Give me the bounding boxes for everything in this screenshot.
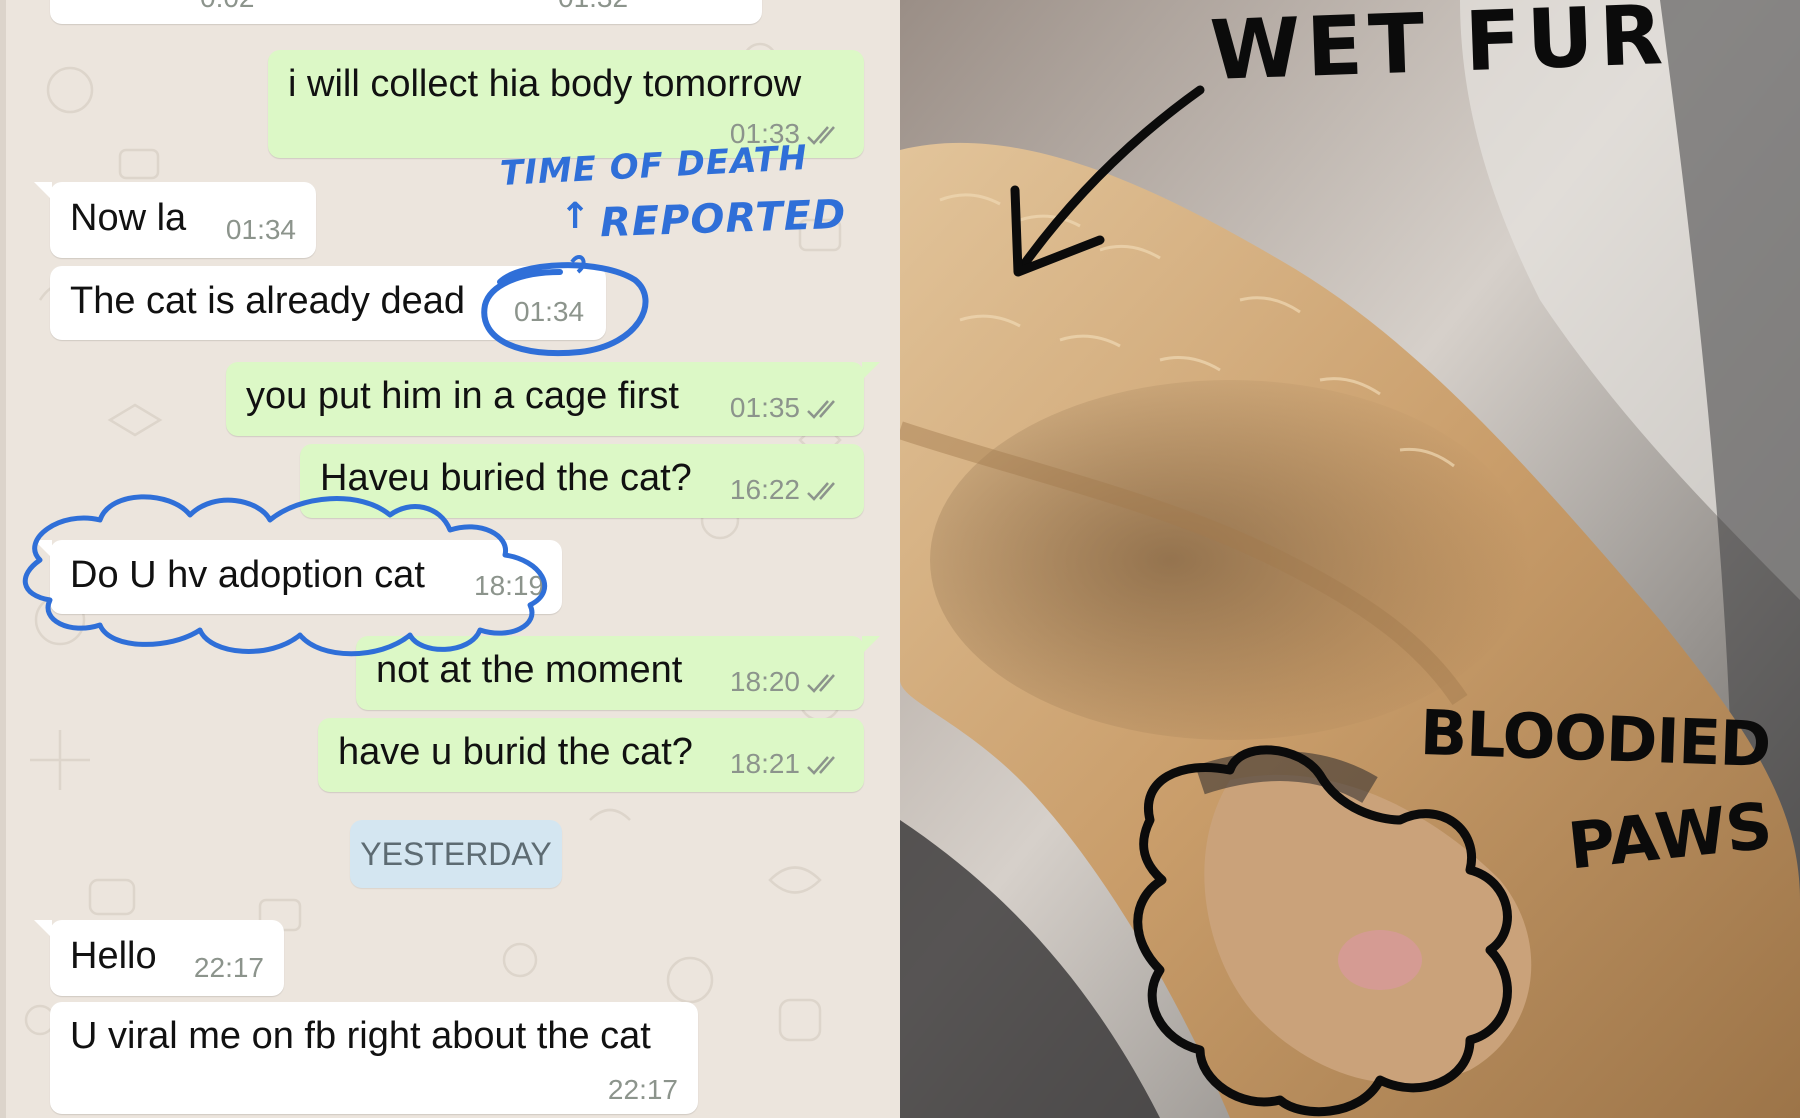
- double-check-icon: [807, 481, 835, 501]
- message-time: 01:34: [225, 214, 296, 245]
- bubble-tail: [862, 636, 880, 654]
- message-text: you put him in a cage first: [246, 375, 679, 417]
- message-time: 18:20: [730, 666, 844, 698]
- double-check-icon: [807, 673, 835, 693]
- double-check-icon: [807, 399, 835, 419]
- partial-right-time: 01:32: [558, 0, 628, 14]
- partial-top-bubble: 0:02 01:32: [50, 0, 762, 24]
- message-bubble-outgoing[interactable]: have u burid the cat? 18:21: [318, 718, 864, 792]
- chat-screenshot-panel: 0:02 01:32 i will collect hia body tomor…: [0, 0, 900, 1118]
- bubble-tail: [862, 362, 880, 380]
- message-text: U viral me on fb right about the cat: [70, 1015, 651, 1057]
- annotation-wet-fur: WET FUR: [1208, 0, 1671, 99]
- bubble-tail: [34, 920, 52, 938]
- annotation-reported: REPORTED: [599, 191, 847, 247]
- date-divider-chip: YESTERDAY: [350, 820, 562, 888]
- message-bubble-incoming[interactable]: Do U hv adoption cat 18:19: [34, 540, 562, 614]
- message-time: 18:21: [730, 748, 844, 780]
- message-text: Hello: [70, 935, 157, 977]
- cat-photo-panel: WET FUR BLOODIED PAWS: [900, 0, 1800, 1118]
- message-bubble-incoming[interactable]: U viral me on fb right about the cat 22:…: [50, 1002, 698, 1114]
- partial-left-time: 0:02: [200, 0, 255, 14]
- message-time: 01:34: [514, 296, 585, 327]
- double-check-icon: [807, 125, 835, 145]
- message-text: have u burid the cat?: [338, 731, 693, 773]
- bubble-tail: [34, 182, 52, 200]
- message-bubble-outgoing[interactable]: you put him in a cage first 01:35: [226, 362, 880, 436]
- message-bubble-incoming[interactable]: The cat is already dead 01:34: [50, 266, 606, 340]
- message-bubble-outgoing[interactable]: Haveu buried the cat? 16:22: [300, 444, 864, 518]
- message-time: 22:17: [193, 952, 264, 983]
- message-text: The cat is already dead: [70, 280, 466, 322]
- message-text: not at the moment: [376, 649, 683, 691]
- message-text: Haveu buried the cat?: [320, 457, 692, 499]
- annotation-arrow: ↑: [560, 196, 592, 237]
- bubble-tail: [34, 540, 52, 558]
- cat-photo-illustration: [900, 0, 1800, 1118]
- message-bubble-incoming[interactable]: Hello 22:17: [34, 920, 284, 996]
- message-bubble-incoming[interactable]: Now la 01:34: [34, 182, 316, 258]
- message-time: 16:22: [730, 474, 844, 506]
- message-text: Do U hv adoption cat: [70, 554, 425, 596]
- message-time: 18:19: [474, 570, 545, 601]
- annotation-bloodied: BLOODIED: [1418, 695, 1772, 782]
- message-text: Now la: [70, 197, 187, 239]
- chat-left-edge: [0, 0, 6, 1118]
- message-text: i will collect hia body tomorrow: [288, 63, 802, 105]
- message-bubble-outgoing[interactable]: not at the moment 18:20: [356, 636, 880, 710]
- message-time: 01:35: [730, 392, 844, 424]
- double-check-icon: [807, 755, 835, 775]
- message-time: 22:17: [607, 1074, 678, 1105]
